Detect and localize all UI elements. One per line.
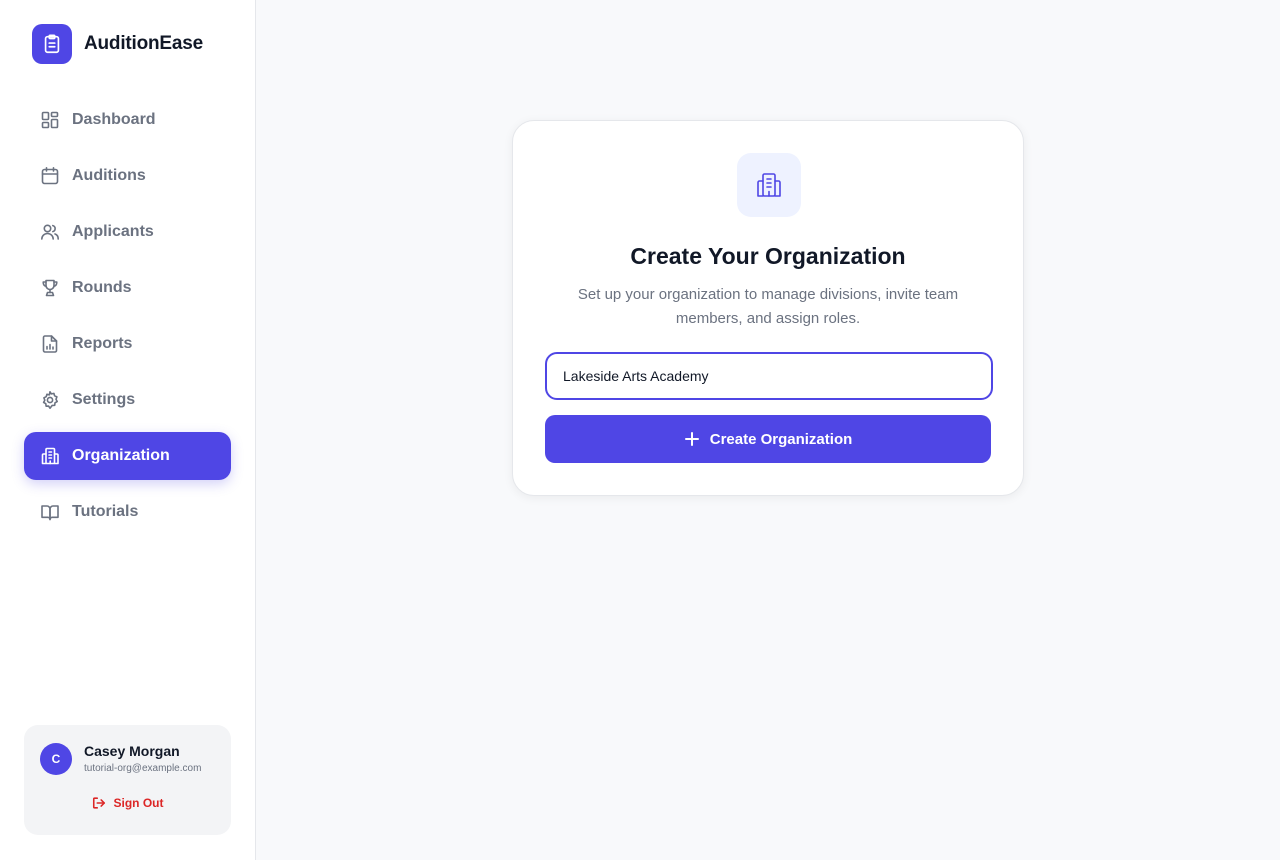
sidebar-item-label: Tutorials — [72, 503, 139, 520]
dashboard-icon — [40, 110, 60, 130]
sidebar-item-rounds[interactable]: Rounds — [24, 264, 231, 312]
page-title: Create Your Organization — [630, 243, 906, 269]
building-icon — [737, 153, 801, 217]
sidebar-item-label: Organization — [72, 447, 170, 464]
user-name: Casey Morgan — [84, 743, 180, 759]
user-email: tutorial-org@example.com — [84, 763, 202, 774]
sidebar-item-auditions[interactable]: Auditions — [24, 152, 231, 200]
sidebar-item-dashboard[interactable]: Dashboard — [24, 96, 231, 144]
sidebar-item-applicants[interactable]: Applicants — [24, 208, 231, 256]
sidebar-item-settings[interactable]: Settings — [24, 376, 231, 424]
create-organization-card: Create Your Organization Set up your org… — [512, 120, 1024, 496]
sidebar-item-label: Settings — [72, 391, 136, 408]
sidebar-item-label: Dashboard — [72, 111, 156, 128]
building-icon — [40, 446, 60, 466]
sidebar-item-reports[interactable]: Reports — [24, 320, 231, 368]
sidebar: AuditionEase Dashboard Auditions Applica… — [0, 0, 256, 860]
sidebar-item-label: Rounds — [72, 279, 132, 296]
brand[interactable]: AuditionEase — [32, 24, 203, 64]
calendar-icon — [40, 166, 60, 186]
sidebar-item-tutorials[interactable]: Tutorials — [24, 488, 231, 536]
report-icon — [40, 334, 60, 354]
organization-name-input[interactable] — [545, 352, 993, 400]
app-name: AuditionEase — [84, 33, 204, 54]
sign-out-button[interactable]: Sign Out — [24, 796, 231, 810]
users-icon — [40, 222, 60, 242]
book-icon — [40, 502, 60, 522]
clipboard-icon — [32, 24, 72, 64]
avatar: C — [40, 743, 72, 775]
plus-icon — [684, 431, 710, 447]
sidebar-nav: Dashboard Auditions Applicants Rounds Re… — [24, 96, 231, 544]
card-subtitle: Set up your organization to manage divis… — [577, 286, 959, 327]
trophy-icon — [40, 278, 60, 298]
create-organization-button[interactable]: Create Organization — [545, 415, 991, 463]
sidebar-item-organization[interactable]: Organization — [24, 432, 231, 480]
sign-out-icon — [92, 796, 114, 810]
sidebar-item-label: Auditions — [72, 167, 146, 184]
sidebar-item-label: Reports — [72, 335, 133, 352]
sign-out-label: Sign Out — [113, 796, 164, 810]
user-card: C Casey Morgan tutorial-org@example.com … — [24, 725, 231, 835]
sidebar-item-label: Applicants — [72, 223, 154, 240]
create-organization-label: Create Organization — [709, 430, 853, 448]
gear-icon — [40, 390, 60, 410]
